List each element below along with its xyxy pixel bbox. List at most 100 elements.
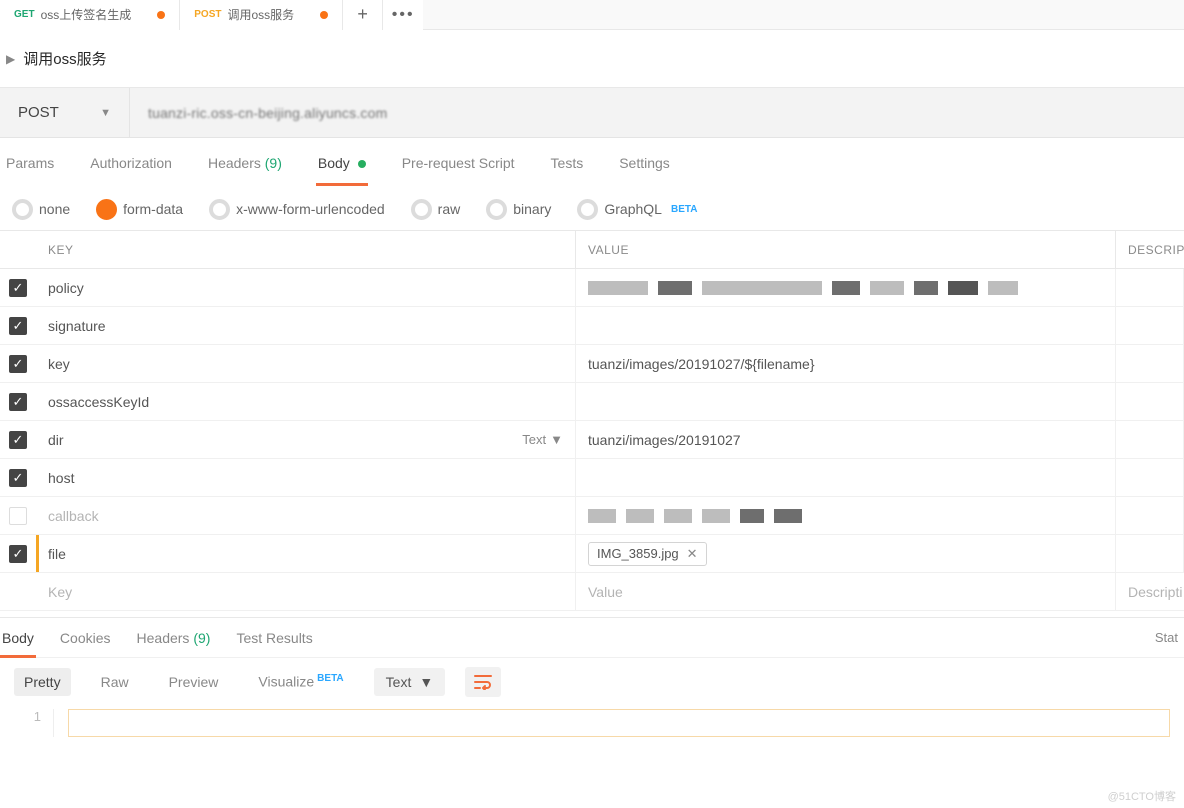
desc-cell[interactable] — [1116, 421, 1184, 459]
col-desc: DESCRIPTI — [1116, 231, 1184, 269]
value-cell[interactable]: tuanzi/images/20191027/${filename} — [576, 345, 1116, 383]
radio-graphql[interactable]: GraphQLBETA — [577, 199, 697, 220]
tab-body-label: Body — [318, 155, 350, 171]
tabs-row: GET oss上传签名生成 POST 调用oss服务 + ••• — [0, 0, 1184, 30]
key-cell[interactable]: dir Text ▼ — [36, 421, 576, 459]
key-cell[interactable]: policy — [36, 269, 576, 307]
desc-cell[interactable] — [1116, 269, 1184, 307]
lang-label: Text — [386, 674, 412, 690]
key-type-select[interactable]: Text ▼ — [522, 432, 563, 447]
tab-params[interactable]: Params — [4, 141, 56, 185]
radio-label: form-data — [123, 201, 183, 217]
resp-tab-cookies[interactable]: Cookies — [58, 620, 113, 656]
row-checkbox[interactable]: ✓ — [9, 393, 27, 411]
col-key: KEY — [36, 231, 576, 269]
row-checkbox[interactable]: ✓ — [9, 507, 27, 525]
value-cell[interactable] — [576, 307, 1116, 345]
chevron-down-icon: ▼ — [419, 674, 433, 690]
table-row[interactable]: ✓ file IMG_3859.jpg ✕ — [0, 535, 1184, 573]
key-text: dir — [48, 432, 64, 448]
desc-cell[interactable] — [1116, 459, 1184, 497]
row-checkbox[interactable]: ✓ — [9, 469, 27, 487]
mode-preview[interactable]: Preview — [159, 668, 229, 696]
row-checkbox[interactable]: ✓ — [9, 355, 27, 373]
value-cell[interactable] — [576, 497, 1116, 535]
collapse-caret-icon[interactable]: ▶ — [6, 52, 15, 66]
radio-label: raw — [438, 201, 461, 217]
table-row[interactable]: ✓ key tuanzi/images/20191027/${filename} — [0, 345, 1184, 383]
radio-icon — [486, 199, 507, 220]
wrap-lines-button[interactable] — [465, 667, 501, 697]
row-checkbox[interactable]: ✓ — [9, 279, 27, 297]
tab-authorization[interactable]: Authorization — [88, 141, 174, 185]
file-chip[interactable]: IMG_3859.jpg ✕ — [588, 542, 707, 566]
desc-placeholder[interactable]: Descripti — [1116, 573, 1184, 611]
body-active-dot-icon — [358, 160, 366, 168]
tab-tests[interactable]: Tests — [549, 141, 586, 185]
beta-badge: BETA — [317, 673, 343, 684]
resp-tab-body[interactable]: Body — [0, 620, 36, 656]
resp-tab-tests[interactable]: Test Results — [234, 620, 314, 656]
key-placeholder[interactable]: Key — [36, 573, 576, 611]
tab-overflow-button[interactable]: ••• — [383, 0, 423, 30]
table-row[interactable]: ✓ dir Text ▼ tuanzi/images/20191027 — [0, 421, 1184, 459]
radio-none[interactable]: none — [12, 199, 70, 220]
table-row[interactable]: ✓ callback — [0, 497, 1184, 535]
tab-body[interactable]: Body — [316, 141, 368, 185]
table-row-new[interactable]: Key Value Descripti — [0, 573, 1184, 611]
desc-cell[interactable] — [1116, 497, 1184, 535]
tab-prerequest[interactable]: Pre-request Script — [400, 141, 517, 185]
tab-1[interactable]: POST 调用oss服务 — [180, 0, 343, 30]
value-cell[interactable] — [576, 269, 1116, 307]
col-value: VALUE — [576, 231, 1116, 269]
dirty-dot-icon — [157, 11, 165, 19]
key-cell[interactable]: ossaccessKeyId — [36, 383, 576, 421]
desc-cell[interactable] — [1116, 383, 1184, 421]
radio-urlencoded[interactable]: x-www-form-urlencoded — [209, 199, 385, 220]
url-text: tuanzi-ric.oss-cn-beijing.aliyuncs.com — [148, 105, 387, 121]
new-tab-button[interactable]: + — [343, 0, 383, 30]
mode-raw[interactable]: Raw — [91, 668, 139, 696]
url-input[interactable]: tuanzi-ric.oss-cn-beijing.aliyuncs.com — [130, 88, 1184, 138]
row-checkbox[interactable]: ✓ — [9, 545, 27, 563]
value-placeholder[interactable]: Value — [576, 573, 1116, 611]
value-cell[interactable]: tuanzi/images/20191027 — [576, 421, 1116, 459]
table-row[interactable]: ✓ signature — [0, 307, 1184, 345]
table-head: KEY VALUE DESCRIPTI — [0, 231, 1184, 269]
response-lang-select[interactable]: Text ▼ — [374, 668, 446, 696]
mode-pretty[interactable]: Pretty — [14, 668, 71, 696]
key-cell[interactable]: host — [36, 459, 576, 497]
radio-form-data[interactable]: form-data — [96, 199, 183, 220]
file-name: IMG_3859.jpg — [597, 546, 679, 561]
table-row[interactable]: ✓ host — [0, 459, 1184, 497]
http-method-select[interactable]: POST ▼ — [0, 88, 130, 138]
tab-0[interactable]: GET oss上传签名生成 — [0, 0, 180, 30]
row-checkbox[interactable]: ✓ — [9, 317, 27, 335]
value-cell[interactable] — [576, 459, 1116, 497]
resp-headers-count: (9) — [193, 630, 210, 646]
radio-binary[interactable]: binary — [486, 199, 551, 220]
key-cell[interactable]: callback — [36, 497, 576, 535]
radio-raw[interactable]: raw — [411, 199, 461, 220]
resp-tab-headers[interactable]: Headers (9) — [135, 620, 213, 656]
mode-visualize[interactable]: VisualizeBETA — [248, 667, 353, 696]
desc-cell[interactable] — [1116, 345, 1184, 383]
tab-headers[interactable]: Headers (9) — [206, 141, 284, 185]
radio-icon — [411, 199, 432, 220]
desc-cell[interactable] — [1116, 535, 1184, 573]
key-cell[interactable]: signature — [36, 307, 576, 345]
desc-cell[interactable] — [1116, 307, 1184, 345]
table-row[interactable]: ✓ policy — [0, 269, 1184, 307]
key-cell[interactable]: key — [36, 345, 576, 383]
tab-settings[interactable]: Settings — [617, 141, 672, 185]
table-row[interactable]: ✓ ossaccessKeyId — [0, 383, 1184, 421]
remove-file-icon[interactable]: ✕ — [687, 546, 698, 562]
redacted-value — [588, 509, 802, 523]
watermark: @51CTO博客 — [1108, 788, 1176, 804]
value-cell[interactable] — [576, 383, 1116, 421]
response-code-area[interactable] — [68, 709, 1170, 737]
value-cell[interactable]: IMG_3859.jpg ✕ — [576, 535, 1116, 573]
key-cell[interactable]: file — [36, 535, 576, 573]
row-checkbox[interactable]: ✓ — [9, 431, 27, 449]
type-label: Text — [522, 432, 546, 447]
